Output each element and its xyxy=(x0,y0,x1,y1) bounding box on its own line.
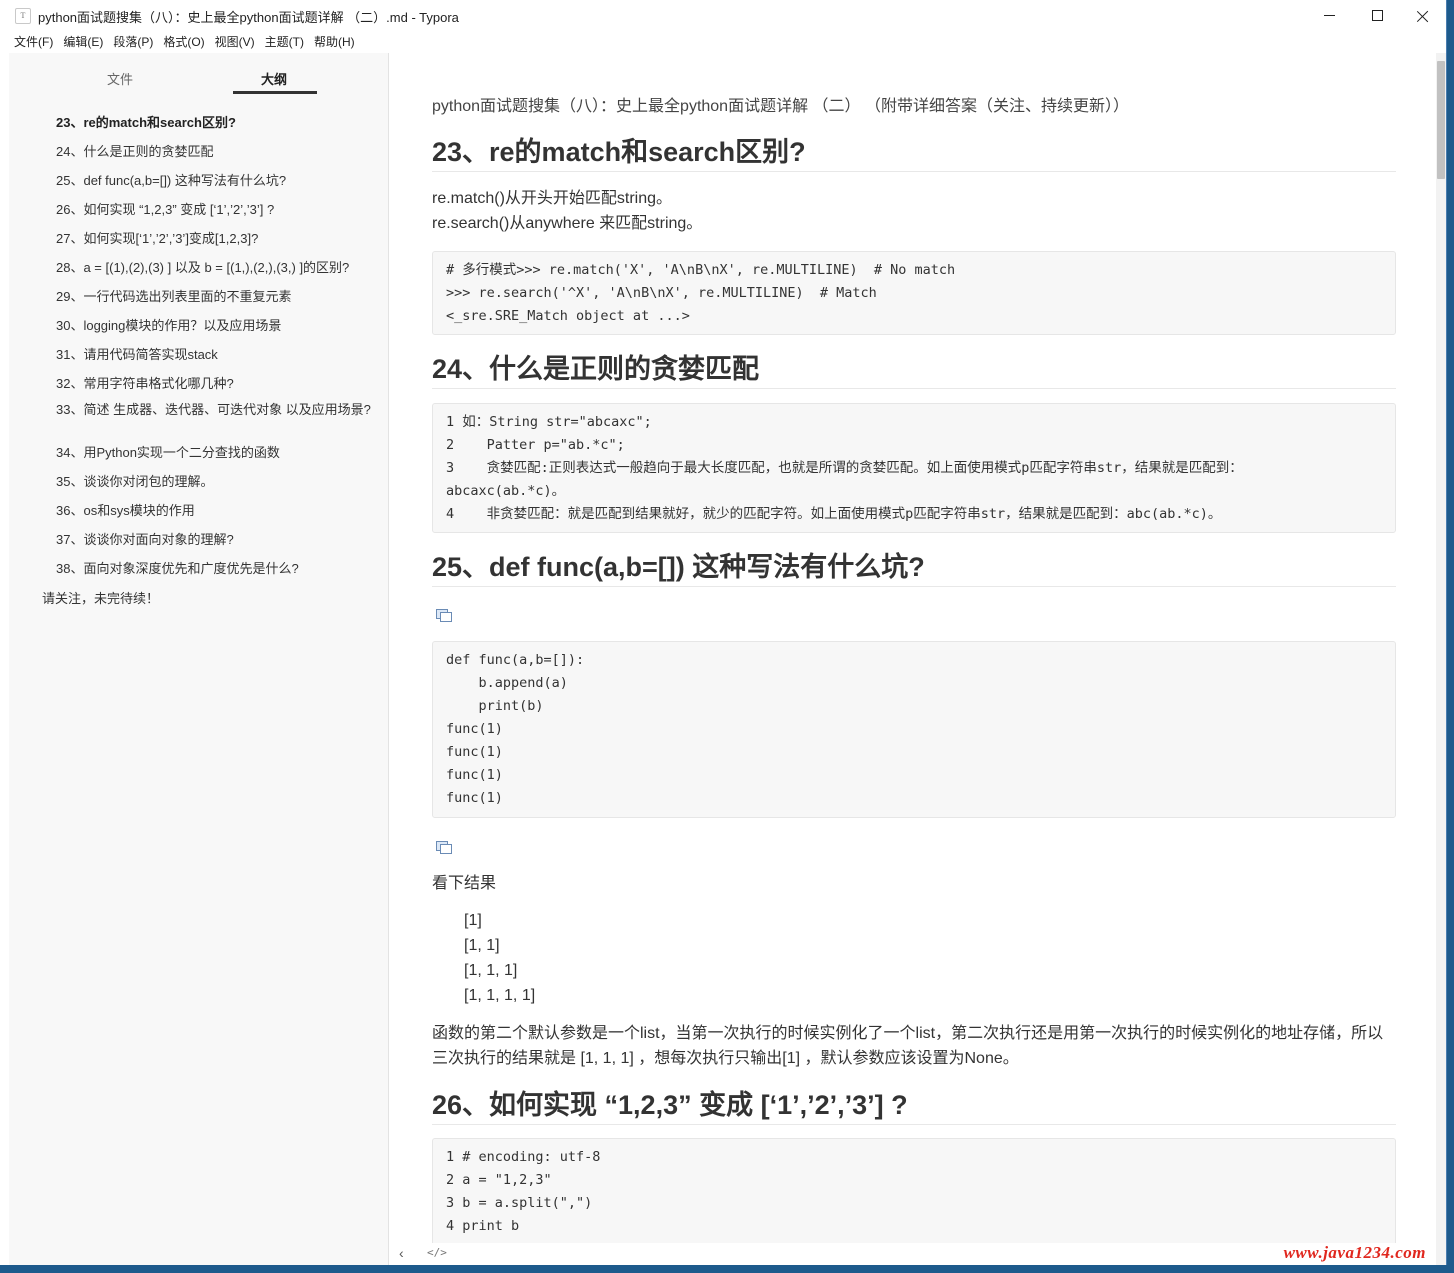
outline-item-31[interactable]: 31、请用代码简答实现stack xyxy=(56,347,371,363)
paragraph-see-result: 看下结果 xyxy=(432,875,497,892)
code-line: func(1) xyxy=(446,721,503,737)
code-block-26[interactable]: 1 # encoding: utf-8 2 a = "1,2,3" 3 b = … xyxy=(432,1138,1396,1248)
document-title: python面试题搜集（八）：史上最全python面试题详解 （二） （附带详细… xyxy=(432,98,1129,115)
heading-23: 23、re的match和search区别? xyxy=(432,135,1396,172)
code-line: 2 a = "1,2,3" xyxy=(446,1172,552,1188)
code-line: # 多行模式>>> re.match('X', 'A\nB\nX', re.MU… xyxy=(446,262,956,278)
result-line: [1] xyxy=(464,912,482,929)
code-line: b.append(a) xyxy=(446,675,568,691)
menu-bar: 文件(F) 编辑(E) 段落(P) 格式(O) 视图(V) 主题(T) 帮助(H… xyxy=(0,31,1446,53)
code-line: func(1) xyxy=(446,744,503,760)
menu-help[interactable]: 帮助(H) xyxy=(309,31,360,53)
source-mode-button[interactable]: </> xyxy=(427,1246,447,1259)
editor-content[interactable]: python面试题搜集（八）：史上最全python面试题详解 （二） （附带详细… xyxy=(389,53,1436,1265)
code-line: 3 贪婪匹配:正则表达式一般趋向于最大长度匹配，也就是所谓的贪婪匹配。如上面使用… xyxy=(446,460,1243,476)
code-line: 1 如：String str="abcaxc"; xyxy=(446,414,652,430)
outline-item-34[interactable]: 34、用Python实现一个二分查找的函数 xyxy=(56,445,371,461)
typora-app-icon: T xyxy=(15,8,31,24)
watermark: www.java1234.com xyxy=(1283,1243,1426,1262)
close-icon xyxy=(1417,10,1429,22)
maximize-button[interactable] xyxy=(1354,0,1400,31)
minimize-icon xyxy=(1323,15,1335,16)
outline-item-footer[interactable]: 请关注，未完待续！ xyxy=(42,591,357,607)
close-button[interactable] xyxy=(1400,0,1446,31)
scrollbar-thumb[interactable] xyxy=(1437,61,1445,179)
menu-file[interactable]: 文件(F) xyxy=(9,31,58,53)
outline-item-24[interactable]: 24、什么是正则的贪婪匹配 xyxy=(56,144,371,160)
title-bar: T python面试题搜集（八）：史上最全python面试题详解 （二）.md … xyxy=(0,0,1446,31)
code-line: 1 # encoding: utf-8 xyxy=(446,1149,601,1165)
outline-item-28[interactable]: 28、a = [(1),(2),(3) ] 以及 b = [(1,),(2,),… xyxy=(56,260,371,276)
outline-item-35[interactable]: 35、谈谈你对闭包的理解。 xyxy=(56,474,371,490)
menu-format[interactable]: 格式(O) xyxy=(158,31,209,53)
result-line: [1, 1, 1] xyxy=(464,962,518,979)
code-line: 2 Patter p="ab.*c"; xyxy=(446,437,625,453)
outline-item-23[interactable]: 23、re的match和search区别? xyxy=(56,115,371,131)
broken-image-icon[interactable] xyxy=(436,609,452,622)
paragraph-23-match: re.match()从开头开始匹配string。 xyxy=(432,190,673,207)
outline-item-38[interactable]: 38、面向对象深度优先和广度优先是什么? xyxy=(56,561,371,577)
result-line: [1, 1, 1, 1] xyxy=(464,987,536,1004)
code-block-23[interactable]: # 多行模式>>> re.match('X', 'A\nB\nX', re.MU… xyxy=(432,251,1396,335)
tab-outline[interactable]: 大纲 xyxy=(261,69,287,88)
outline-item-25[interactable]: 25、def func(a,b=[]) 这种写法有什么坑? xyxy=(56,173,371,189)
window-title: python面试题搜集（八）：史上最全python面试题详解 （二）.md - … xyxy=(38,10,459,25)
heading-24: 24、什么是正则的贪婪匹配 xyxy=(432,352,1396,389)
heading-25: 25、def func(a,b=[]) 这种写法有什么坑? xyxy=(432,550,1396,587)
status-bar: ‹ </> www.java1234.com xyxy=(389,1243,1436,1265)
code-line: func(1) xyxy=(446,790,503,806)
broken-image-icon[interactable] xyxy=(436,841,452,854)
tab-outline-indicator xyxy=(233,91,317,94)
outline-item-29[interactable]: 29、一行代码选出列表里面的不重复元素 xyxy=(56,289,371,305)
typora-window: T python面试题搜集（八）：史上最全python面试题详解 （二）.md … xyxy=(0,0,1447,1265)
code-line: 4 非贪婪匹配：就是匹配到结果就好，就少的匹配字符。如上面使用模式p匹配字符串s… xyxy=(446,506,1222,522)
menu-theme[interactable]: 主题(T) xyxy=(260,31,309,53)
paragraph-explanation: 函数的第二个默认参数是一个list，当第一次执行的时候实例化了一个list，第二… xyxy=(432,1025,1384,1042)
result-line: [1, 1] xyxy=(464,937,500,954)
outline-item-36[interactable]: 36、os和sys模块的作用 xyxy=(56,503,371,519)
menu-view[interactable]: 视图(V) xyxy=(210,31,260,53)
outline-item-27[interactable]: 27、如何实现[‘1’,’2’,’3’]变成[1,2,3]? xyxy=(56,231,371,247)
code-line: def func(a,b=[]): xyxy=(446,652,585,668)
code-line: abcaxc(ab.*c)。 xyxy=(446,483,566,499)
code-line: print(b) xyxy=(446,698,544,714)
menu-paragraph[interactable]: 段落(P) xyxy=(108,31,158,53)
code-line: func(1) xyxy=(446,767,503,783)
outline-item-32[interactable]: 32、常用字符串格式化哪几种? xyxy=(56,376,371,392)
paragraph-23-search: re.search()从anywhere 来匹配string。 xyxy=(432,215,703,232)
code-line: 3 b = a.split(",") xyxy=(446,1195,593,1211)
toggle-sidebar-button[interactable]: ‹ xyxy=(399,1245,404,1261)
maximize-icon xyxy=(1371,10,1383,21)
code-block-25[interactable]: def func(a,b=[]): b.append(a) print(b) f… xyxy=(432,641,1396,818)
outline-item-26[interactable]: 26、如何实现 “1,2,3” 变成 [‘1’,’2’,’3’] ? xyxy=(56,202,371,218)
minimize-button[interactable] xyxy=(1306,0,1352,31)
tab-files[interactable]: 文件 xyxy=(107,69,133,88)
vertical-scrollbar[interactable] xyxy=(1436,53,1446,1265)
code-line: >>> re.search('^X', 'A\nB\nX', re.MULTIL… xyxy=(446,285,877,301)
code-line: 4 print b xyxy=(446,1218,520,1234)
code-block-24[interactable]: 1 如：String str="abcaxc"; 2 Patter p="ab.… xyxy=(432,403,1396,533)
paragraph-explanation-2: 三次执行的结果就是 [1, 1, 1] ，想每次执行只输出[1] ，默认参数应该… xyxy=(432,1050,1019,1067)
outline-item-37[interactable]: 37、谈谈你对面向对象的理解? xyxy=(56,532,371,548)
sidebar: 文件 大纲 23、re的match和search区别? 24、什么是正则的贪婪匹… xyxy=(9,53,389,1265)
heading-26: 26、如何实现 “1,2,3” 变成 [‘1’,’2’,’3’] ? xyxy=(432,1088,1396,1125)
outline-item-30[interactable]: 30、logging模块的作用？以及应用场景 xyxy=(56,318,371,334)
code-line: <_sre.SRE_Match object at ...> xyxy=(446,308,690,324)
menu-edit[interactable]: 编辑(E) xyxy=(58,31,108,53)
outline-item-33[interactable]: 33、简述 生成器、迭代器、可迭代对象 以及应用场景? xyxy=(56,402,371,418)
